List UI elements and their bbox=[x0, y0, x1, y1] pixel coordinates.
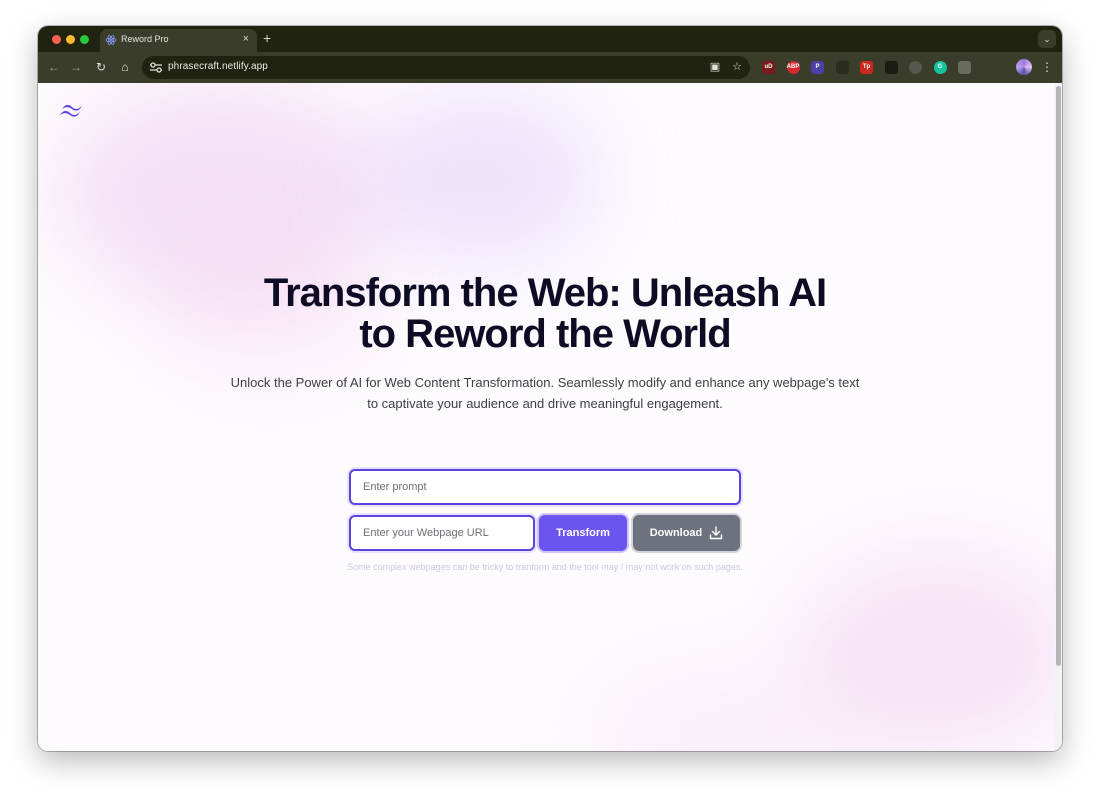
hero-title: Transform the Web: Unleash AI to Reword … bbox=[188, 273, 902, 355]
page-scrollbar[interactable] bbox=[1054, 83, 1062, 751]
download-icon bbox=[710, 526, 723, 540]
forward-icon[interactable]: → bbox=[68, 59, 84, 75]
menu-kebab-icon[interactable]: ⋮ bbox=[1041, 59, 1053, 75]
gear-extension-icon[interactable] bbox=[909, 61, 922, 74]
tp-icon[interactable]: Tp bbox=[860, 61, 873, 74]
transform-button[interactable]: Transform bbox=[539, 515, 627, 551]
grammarly-icon[interactable]: G bbox=[933, 61, 947, 74]
site-settings-icon[interactable] bbox=[149, 61, 163, 74]
url-text[interactable]: phrasecraft.netlify.app bbox=[168, 61, 268, 72]
abp-icon[interactable]: ABP bbox=[786, 61, 800, 74]
browser-window: Reword Pro × + ⌄ ← → ↻ ⌂ phrasecraft.net… bbox=[38, 26, 1062, 751]
puzzle-icon[interactable] bbox=[982, 61, 996, 74]
tab-search-button[interactable]: ⌄ bbox=[1038, 30, 1056, 48]
box-extension-icon[interactable] bbox=[958, 61, 971, 74]
tab-strip: Reword Pro × + ⌄ bbox=[38, 26, 1062, 52]
tab-title: Reword Pro bbox=[121, 34, 169, 44]
install-app-icon[interactable]: ▣ bbox=[707, 59, 723, 75]
minimize-window-button[interactable] bbox=[66, 35, 75, 44]
hero-title-line-1: Transform the Web: Unleash AI bbox=[263, 271, 827, 315]
hero-title-line-2: to Reword the World bbox=[359, 312, 731, 356]
home-icon[interactable]: ⌂ bbox=[117, 59, 133, 75]
scrollbar-thumb[interactable] bbox=[1056, 86, 1061, 666]
prompt-input[interactable] bbox=[349, 469, 741, 505]
webpage-url-input[interactable] bbox=[349, 515, 535, 551]
ud-icon[interactable]: uD bbox=[762, 61, 775, 74]
reload-icon[interactable]: ↻ bbox=[93, 59, 109, 75]
new-tab-button[interactable]: + bbox=[263, 30, 271, 46]
address-bar[interactable]: phrasecraft.netlify.app ▣ ☆ bbox=[142, 56, 750, 79]
p-extension-icon[interactable]: P bbox=[811, 61, 824, 74]
window-extension-icon[interactable] bbox=[835, 61, 849, 74]
download-label: Download bbox=[649, 527, 703, 539]
react-icon bbox=[105, 35, 117, 45]
dark-extension-icon[interactable] bbox=[884, 61, 898, 74]
disclaimer-note: Some complex webpages can be tricky to t… bbox=[347, 562, 743, 572]
download-button[interactable]: Download bbox=[633, 515, 740, 551]
profile-avatar[interactable] bbox=[1016, 59, 1032, 75]
back-icon[interactable]: ← bbox=[46, 59, 62, 75]
close-tab-icon[interactable]: × bbox=[243, 32, 249, 46]
hero-subtitle: Unlock the Power of AI for Web Content T… bbox=[230, 375, 860, 411]
browser-toolbar: ← → ↻ ⌂ phrasecraft.netlify.app ▣ ☆ uD AB… bbox=[38, 52, 1062, 83]
maximize-window-button[interactable] bbox=[80, 35, 89, 44]
tailwind-logo-icon[interactable] bbox=[59, 102, 85, 118]
page-content: Transform the Web: Unleash AI to Reword … bbox=[38, 83, 1062, 751]
tab-reword-pro[interactable]: Reword Pro × bbox=[100, 29, 257, 52]
bookmark-star-icon[interactable]: ☆ bbox=[729, 59, 745, 75]
close-window-button[interactable] bbox=[52, 35, 61, 44]
